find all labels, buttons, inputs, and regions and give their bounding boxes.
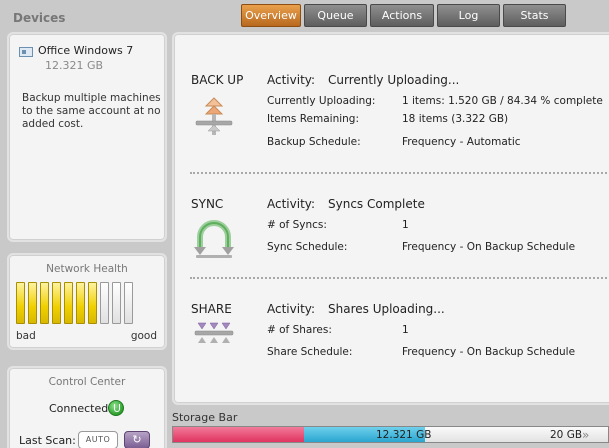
section-divider <box>190 172 609 174</box>
storage-bar-label: Storage Bar <box>172 411 238 424</box>
overview-panel: BACK UP Activity: Currently Uploading...… <box>172 32 609 405</box>
backup-row-label: Currently Uploading: <box>267 95 376 107</box>
health-bad-label: bad <box>16 330 36 342</box>
share-activity-label: Activity: <box>267 302 316 316</box>
sync-row-value: Frequency - On Backup Schedule <box>402 241 576 253</box>
health-bar <box>16 282 25 324</box>
health-bar <box>64 282 73 324</box>
sync-row-label: Sync Schedule: <box>267 241 348 253</box>
health-bar <box>100 282 109 324</box>
tab-overview[interactable]: Overview <box>241 4 301 27</box>
sync-row-value: 1 <box>402 219 409 231</box>
device-note: Backup multiple machines to the same acc… <box>22 92 161 130</box>
refresh-icon: ↻ <box>132 433 142 446</box>
expand-icon[interactable]: » <box>582 428 589 442</box>
auto-scan-button[interactable]: AUTO <box>78 431 118 448</box>
backup-row-value: 1 items: 1.520 GB / 84.34 % complete <box>402 95 603 107</box>
computer-icon <box>19 47 33 57</box>
network-health-meter <box>16 282 133 324</box>
backup-row-value: 18 items (3.322 GB) <box>402 113 509 125</box>
control-center-title: Control Center <box>48 376 126 388</box>
storage-used-label: 12.321 GB <box>376 429 432 441</box>
backup-title: BACK UP <box>191 73 244 87</box>
health-bar <box>40 282 49 324</box>
health-bar <box>88 282 97 324</box>
share-arrows-icon <box>192 319 236 363</box>
tab-queue[interactable]: Queue <box>304 4 367 27</box>
network-health-title: Network Health <box>46 263 128 275</box>
share-row-label: Share Schedule: <box>267 346 353 358</box>
health-bar <box>52 282 61 324</box>
device-size: 12.321 GB <box>45 59 104 72</box>
network-health-panel: Network Health bad good <box>7 253 167 350</box>
health-bar <box>28 282 37 324</box>
tab-actions[interactable]: Actions <box>370 4 434 27</box>
share-activity-value: Shares Uploading... <box>328 302 445 316</box>
power-icon[interactable] <box>108 400 124 416</box>
share-row-value: Frequency - On Backup Schedule <box>402 346 576 358</box>
tab-stats[interactable]: Stats <box>503 4 566 27</box>
health-bar <box>112 282 121 324</box>
sync-row-label: # of Syncs: <box>267 219 327 231</box>
devices-title: Devices <box>13 11 66 25</box>
backup-row-label: Items Remaining: <box>267 113 360 125</box>
connection-status: Connected <box>49 402 109 415</box>
section-divider <box>190 277 609 279</box>
last-scan-label: Last Scan: <box>19 434 76 447</box>
sync-arch-icon <box>192 217 236 261</box>
tab-bar: Overview Queue Actions Log Stats <box>241 4 566 27</box>
backup-row-value: Frequency - Automatic <box>402 136 521 148</box>
share-row-label: # of Shares: <box>267 324 332 336</box>
storage-bar: 12.321 GB 20 GB » <box>172 426 609 443</box>
control-center-panel: Control Center Connected Last Scan: AUTO… <box>7 366 167 448</box>
share-title: SHARE <box>191 302 232 316</box>
storage-total-label: 20 GB <box>550 429 583 441</box>
sync-activity-label: Activity: <box>267 197 316 211</box>
storage-segment-pink <box>173 427 304 442</box>
share-row-value: 1 <box>402 324 409 336</box>
devices-panel: Office Windows 7 12.321 GB Backup multip… <box>7 32 167 242</box>
tab-log[interactable]: Log <box>437 4 500 27</box>
backup-activity-value: Currently Uploading... <box>328 73 460 87</box>
backup-activity-label: Activity: <box>267 73 316 87</box>
sync-title: SYNC <box>191 197 224 211</box>
health-bar <box>76 282 85 324</box>
sync-activity-value: Syncs Complete <box>328 197 425 211</box>
refresh-button[interactable]: ↻ <box>124 431 150 448</box>
device-name: Office Windows 7 <box>38 44 134 57</box>
backup-row-label: Backup Schedule: <box>267 136 361 148</box>
health-bar <box>124 282 133 324</box>
health-good-label: good <box>130 330 157 342</box>
backup-arrows-icon <box>192 94 236 138</box>
